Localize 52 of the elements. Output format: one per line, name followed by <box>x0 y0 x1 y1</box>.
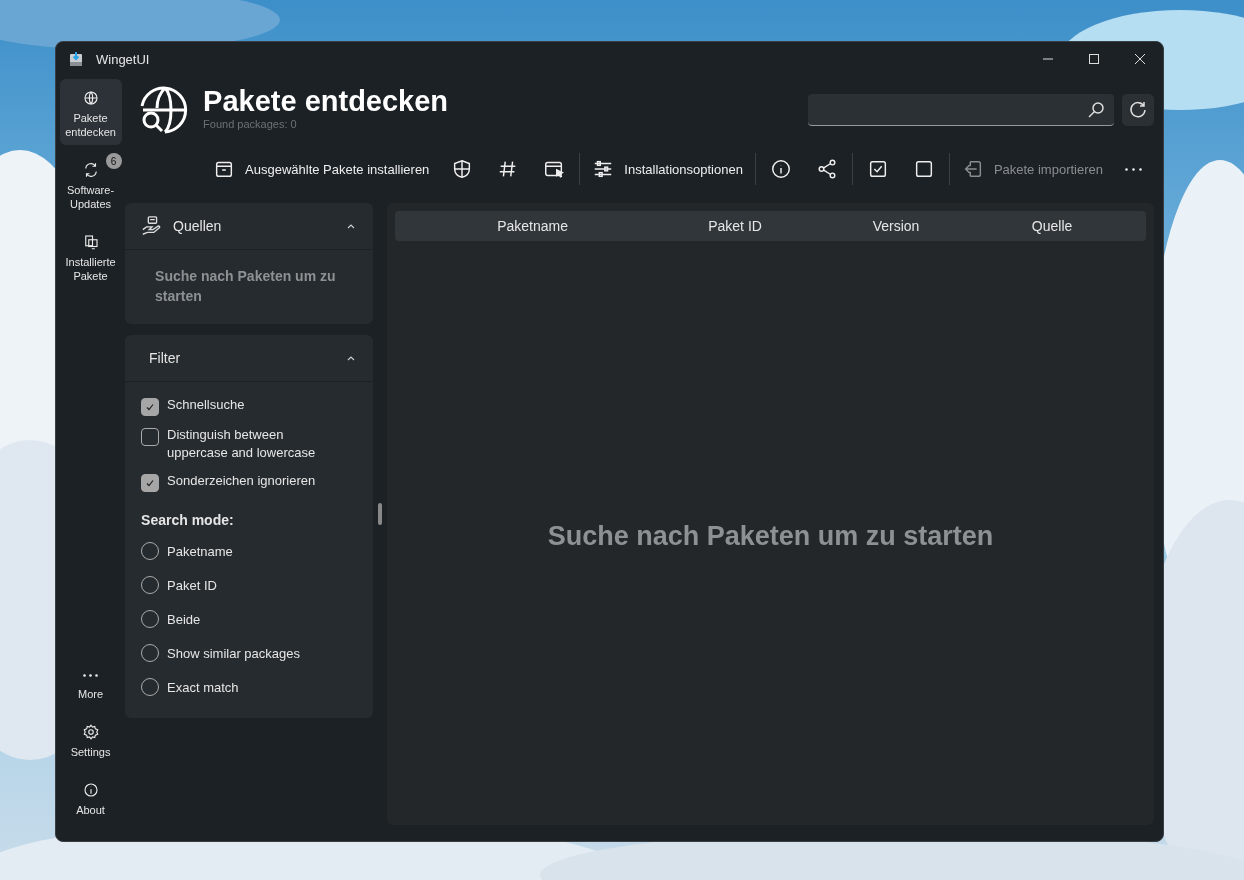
more-icon <box>83 674 99 677</box>
close-icon <box>1135 54 1145 64</box>
column-header[interactable]: Paket ID <box>670 218 801 234</box>
checkbox[interactable] <box>141 428 160 446</box>
refresh-icon <box>1128 100 1148 120</box>
nav-item[interactable]: Settings <box>59 717 122 765</box>
radio-label: Exact match <box>167 679 239 697</box>
nav-item[interactable]: Pakete entdecken <box>59 79 122 145</box>
checkbox[interactable] <box>141 474 160 492</box>
toolbar-button[interactable]: Ausgewählte Pakete installieren <box>203 152 440 186</box>
nav-label: More <box>77 687 105 701</box>
empty-message: Suche nach Paketen um zu starten <box>547 521 994 552</box>
empty-message: Suche nach Paketen um zu starten <box>155 267 337 306</box>
page-title: Pakete entdecken <box>203 84 449 118</box>
globe-icon <box>81 89 100 107</box>
radio-label: Beide <box>167 611 201 629</box>
radio-label: Paket ID <box>167 577 217 595</box>
column-header[interactable]: Version <box>800 218 993 234</box>
section-title: Filter <box>149 350 181 366</box>
reload-button[interactable] <box>1122 94 1154 126</box>
toolbar-button[interactable]: Installationsoptionen <box>582 152 753 186</box>
checkbox-label: Distinguish between uppercase and lowercase <box>167 426 317 462</box>
nav-label: Settings <box>69 745 112 759</box>
nav-label: Software-Updates <box>66 183 116 211</box>
settings-icon <box>81 723 100 741</box>
radio-label: Paketname <box>167 543 233 561</box>
package-count: Found packages: 0 <box>203 118 298 130</box>
app-icon <box>68 51 84 67</box>
nav-item[interactable]: About <box>59 775 122 823</box>
column-header[interactable]: Quelle <box>992 218 1113 234</box>
radio-label: Show similar packages <box>167 645 300 663</box>
search-field[interactable] <box>808 94 1114 126</box>
nav-item[interactable]: Software-Updates 6 <box>59 151 122 217</box>
section-title: Quellen <box>173 218 222 234</box>
checkbox-label: Schnellsuche <box>167 396 245 414</box>
nav-item[interactable]: More <box>59 661 122 707</box>
nav-label: About <box>75 803 106 817</box>
search-mode-heading: Search mode: <box>141 512 235 528</box>
search-icon[interactable] <box>1086 100 1106 120</box>
count-badge: 6 <box>105 153 122 169</box>
nav-label: Pakete entdecken <box>64 111 117 139</box>
more-icon <box>1125 167 1142 171</box>
checkbox-label: Sonderzeichen ignorieren <box>167 472 316 490</box>
column-header[interactable]: Paketname <box>395 218 671 234</box>
window-title: WingetUI <box>96 51 150 67</box>
checkbox[interactable] <box>141 398 160 416</box>
splitter-handle[interactable] <box>378 503 383 525</box>
maximize-icon <box>1089 54 1099 64</box>
info-icon <box>81 781 100 799</box>
info-icon <box>769 158 792 180</box>
nav-label: Installierte Pakete <box>64 255 117 283</box>
nav-item[interactable]: Installierte Pakete <box>59 223 122 289</box>
